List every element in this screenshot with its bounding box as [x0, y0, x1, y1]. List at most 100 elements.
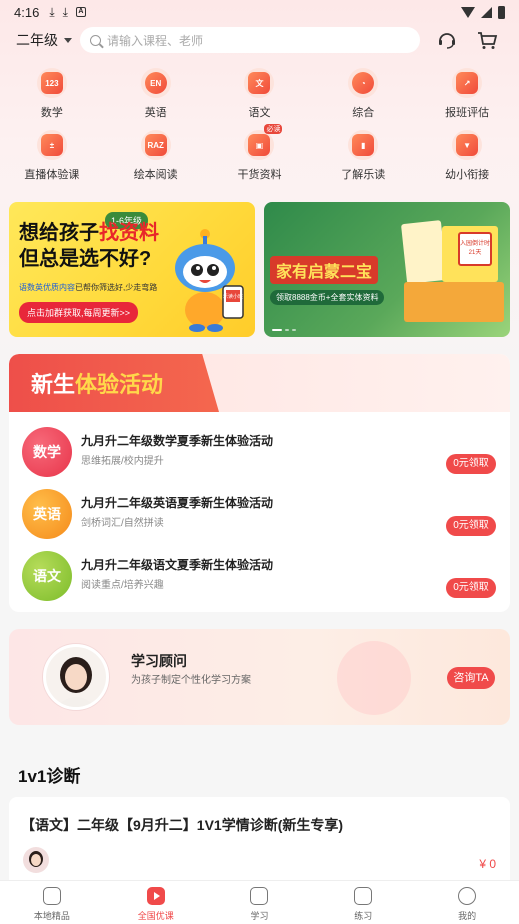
diagnosis-course-card[interactable]: 【语文】二年级【9月升二】1V1学情诊断(新生专享) ¥ 0: [9, 797, 510, 887]
tab-national-courses[interactable]: 全国优课: [104, 881, 208, 924]
banner2-title: 家有启蒙二宝: [270, 256, 379, 284]
activity-section-title: 新生 体验活动: [9, 354, 219, 412]
new-student-activity-card: 新生 体验活动 数学 九月升二年级数学夏季新生体验活动 思维拓展/校内提升 0元领…: [9, 354, 510, 612]
bottom-tab-bar: 本地精品 全国优课 学习 练习 我的: [0, 880, 519, 924]
grade-selector[interactable]: 二年级: [16, 30, 76, 50]
banner2-subtitle: 领取8888金币+全套实体资料: [270, 290, 385, 305]
grid-item-assessment[interactable]: ↗ 报班评估: [415, 68, 519, 130]
calculator-icon: ±: [40, 134, 63, 156]
search-input[interactable]: 请输入课程、老师: [80, 27, 420, 53]
status-time: 4:16: [14, 4, 40, 20]
search-placeholder: 请输入课程、老师: [107, 33, 204, 48]
banner-subtext-rest: 已帮你筛选好,少走弯路: [75, 283, 158, 292]
grid-item-about[interactable]: ▮ 了解乐读: [311, 130, 415, 192]
tab-study[interactable]: 学习: [208, 881, 312, 924]
activity-title-part: 新生: [31, 372, 76, 397]
grid-label: 绘本阅读: [133, 169, 178, 181]
grid-item-chinese[interactable]: 文 语文: [208, 68, 312, 130]
carousel-indicator: [272, 329, 296, 331]
claim-free-button[interactable]: 0元领取: [446, 578, 496, 598]
tab-label: 全国优课: [137, 911, 174, 921]
advisor-subtitle: 为孩子制定个性化学习方案: [131, 675, 251, 686]
book-illustration: [400, 220, 448, 284]
caret-down-icon: [64, 37, 72, 43]
must-read-badge: 必读: [264, 124, 283, 134]
course-price: ¥ 0: [479, 857, 496, 871]
grid-label: 了解乐读: [341, 169, 386, 181]
english-en-icon: EN: [144, 72, 167, 94]
grid-label: 英语: [144, 107, 167, 119]
claim-free-button[interactable]: 0元领取: [446, 454, 496, 474]
play-icon: [146, 887, 165, 905]
activity-item-chinese[interactable]: 语文 九月升二年级语文夏季新生体验活动 阅读重点/培养兴趣 0元领取: [9, 548, 510, 604]
thumb-icon: ▮: [352, 134, 375, 156]
activity-title: 九月升二年级英语夏季新生体验活动: [81, 496, 274, 510]
grid-item-english[interactable]: EN 英语: [104, 68, 208, 130]
math-subject-icon: 数学: [22, 427, 72, 477]
study-advisor-card[interactable]: 学习顾问 为孩子制定个性化学习方案 咨询TA: [9, 629, 510, 725]
grid-item-math[interactable]: 123 数学: [0, 68, 104, 130]
grid-item-live-trial[interactable]: ± 直播体验课: [0, 130, 104, 192]
arrow-card-icon: ↗: [456, 72, 479, 94]
download-icon: ⤓: [49, 4, 55, 19]
medal-decoration-icon: [337, 641, 411, 715]
tab-local-quality[interactable]: 本地精品: [0, 881, 104, 924]
cart-icon[interactable]: [474, 27, 500, 53]
grade-label: 二年级: [16, 32, 58, 48]
join-group-button[interactable]: 点击加群获取,每周更新>>: [19, 302, 139, 323]
activity-subtitle: 剑桥词汇/自然拼读: [81, 518, 164, 529]
customer-service-icon[interactable]: [434, 27, 460, 53]
activity-title-highlight: 体验活动: [75, 372, 164, 397]
countdown-tag-text: 入园倒计时21天: [460, 241, 491, 256]
grid-label: 干货资料: [237, 169, 282, 181]
gift-box-icon: ▣: [248, 134, 271, 156]
tab-profile[interactable]: 我的: [415, 881, 519, 924]
activity-item-math[interactable]: 数学 九月升二年级数学夏季新生体验活动 思维拓展/校内提升 0元领取: [9, 424, 510, 480]
activity-title: 九月升二年级数学夏季新生体验活动: [81, 434, 274, 448]
battery-icon: [498, 5, 505, 19]
consult-button[interactable]: 咨询TA: [447, 667, 495, 689]
promo-banner-materials[interactable]: 1-6年级 想给孩子找资料 但总是选不好? 语数英优质内容已帮你筛选好,少走弯路…: [9, 202, 255, 337]
home-icon: [42, 887, 61, 905]
banner-flag-icon: ▼: [456, 134, 479, 156]
calendar-tag: 入园倒计时21天: [458, 232, 492, 266]
robot-sign-text: 乐读小班: [223, 293, 243, 300]
tab-label: 我的: [458, 911, 477, 921]
grid-label: 直播体验课: [24, 169, 80, 181]
category-grid: 123 数学 EN 英语 文 语文 ◔ 综合 ↗ 报班评估 ± 直播体验课 RA…: [0, 68, 519, 192]
claim-free-button[interactable]: 0元领取: [446, 516, 496, 536]
download-icon-2: ⤓: [62, 4, 68, 19]
diagnosis-section-title: 1v1诊断: [18, 767, 81, 786]
banner-subtext-highlight: 语数英优质内容: [19, 283, 75, 292]
search-icon: [90, 34, 101, 46]
book-icon: [250, 887, 269, 905]
robot-mascot-icon: 乐读小班: [175, 229, 244, 332]
advisor-avatar: [43, 644, 109, 710]
grid-item-comprehensive[interactable]: ◔ 综合: [311, 68, 415, 130]
header: 二年级 请输入课程、老师: [0, 26, 519, 54]
profile-icon: [458, 887, 477, 905]
grid-label: 报班评估: [445, 107, 490, 119]
promo-banner-enlightenment[interactable]: 入园倒计时21天 家有启蒙二宝 领取8888金币+全套实体资料: [264, 202, 510, 337]
grid-item-materials[interactable]: ▣ 必读 干货资料: [208, 124, 312, 192]
math-123-icon: 123: [40, 72, 63, 94]
status-bar: 4:16 ⤓ ⤓ A: [0, 0, 519, 24]
grid-item-picture-book[interactable]: RAZ 绘本阅读: [104, 130, 208, 192]
grid-item-preschool[interactable]: ▼ 幼小衔接: [415, 130, 519, 192]
advisor-title: 学习顾问: [131, 653, 187, 669]
banner-headline: 想给孩子找资料 但总是选不好?: [19, 220, 159, 272]
tab-practice[interactable]: 练习: [311, 881, 415, 924]
activity-item-english[interactable]: 英语 九月升二年级英语夏季新生体验活动 剑桥词汇/自然拼读 0元领取: [9, 486, 510, 542]
chinese-wen-icon: 文: [248, 72, 271, 94]
wifi-icon: [461, 6, 475, 18]
app-notification-icon: A: [75, 7, 86, 17]
banner-headline-line2: 但总是选不好?: [19, 248, 152, 270]
course-name: 【语文】二年级【9月升二】1V1学情诊断(新生专享): [21, 817, 344, 833]
teacher-avatar: [23, 847, 49, 873]
tab-label: 练习: [354, 911, 373, 921]
activity-subtitle: 思维拓展/校内提升: [81, 456, 164, 467]
raz-book-icon: RAZ: [144, 134, 167, 156]
grid-label: 幼小衔接: [445, 169, 490, 181]
english-subject-icon: 英语: [22, 489, 72, 539]
activity-subtitle: 阅读重点/培养兴趣: [81, 580, 164, 591]
